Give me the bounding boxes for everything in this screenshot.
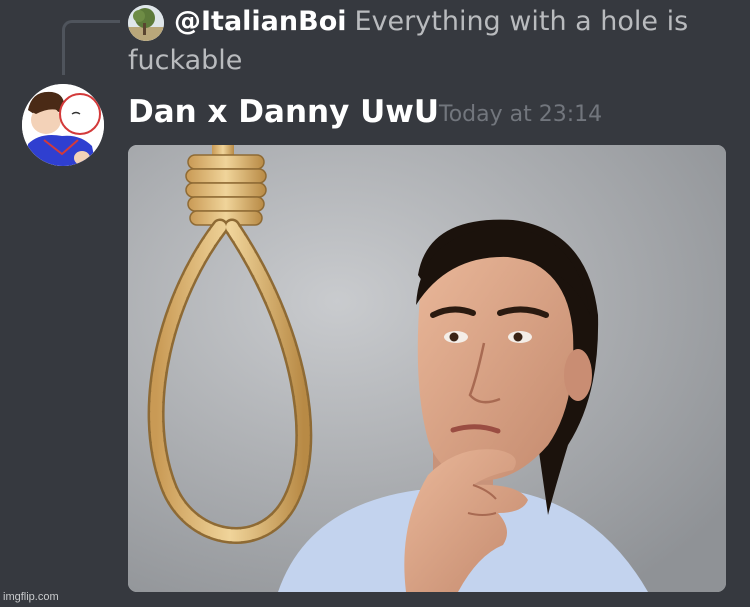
author-avatar[interactable] — [22, 84, 104, 166]
reply-avatar[interactable] — [128, 5, 164, 41]
reply-username[interactable]: @ItalianBoi — [174, 6, 347, 37]
discord-chat-view: @ItalianBoi Everything with a hole is fuc… — [0, 0, 750, 607]
imgflip-watermark: imgflip.com — [3, 591, 59, 603]
reply-message-text: Everything with a hole is — [354, 6, 689, 37]
image-attachment[interactable] — [128, 145, 726, 592]
cartoon-character-icon — [22, 84, 104, 166]
reply-connector-line — [62, 20, 120, 75]
tree-landscape-icon — [128, 5, 164, 41]
author-username[interactable]: Dan x Danny UwU — [128, 92, 439, 132]
reply-preview[interactable]: @ItalianBoi Everything with a hole is — [174, 3, 734, 41]
reply-message-text-continued: fuckable — [128, 45, 243, 76]
message-timestamp: Today at 23:14 — [439, 102, 603, 127]
noose-and-man-image-icon — [128, 145, 726, 592]
